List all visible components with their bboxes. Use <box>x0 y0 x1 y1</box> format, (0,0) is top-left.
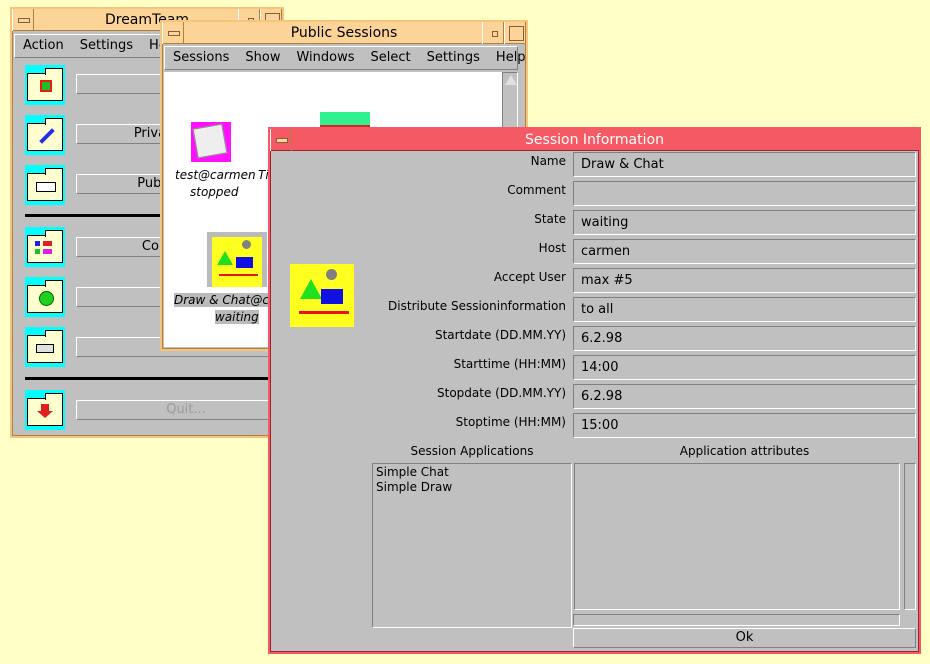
window-title: Public Sessions <box>290 25 398 41</box>
field-input[interactable] <box>573 181 916 206</box>
field-label: Distribute Sessioninformation <box>388 299 566 313</box>
menu-help[interactable]: Help <box>488 47 534 69</box>
field-input[interactable]: 6.2.98 <box>573 326 916 351</box>
field-label: Host <box>538 241 566 255</box>
menu-settings[interactable]: Settings <box>72 35 141 57</box>
separator <box>25 377 285 380</box>
quit-button[interactable]: Quit... <box>76 400 296 420</box>
field-input[interactable]: to all <box>573 297 916 322</box>
attributes-vertical-scrollbar[interactable] <box>904 463 916 610</box>
field-input[interactable]: Draw & Chat <box>573 152 916 177</box>
menu-show[interactable]: Show <box>237 47 288 69</box>
window-title: Session Information <box>525 132 664 148</box>
field-input[interactable]: 15:00 <box>573 413 916 438</box>
host-folder-icon[interactable] <box>25 327 65 367</box>
window-menu-button[interactable] <box>12 9 34 31</box>
quit-arrow-folder-icon[interactable] <box>25 390 65 430</box>
config-folder-icon[interactable] <box>25 227 65 267</box>
private-pencil-folder-icon[interactable] <box>25 115 65 155</box>
maximize-button[interactable] <box>504 22 526 44</box>
list-item[interactable]: Simple Draw <box>376 480 568 495</box>
field-label: Stoptime (HH:MM) <box>455 415 566 429</box>
ok-button[interactable]: Ok <box>573 628 916 648</box>
public-sessions-titlebar[interactable]: Public Sessions <box>162 22 526 44</box>
field-label: Stopdate (DD.MM.YY) <box>437 386 566 400</box>
notepad-icon <box>191 122 231 162</box>
session-applications-list[interactable]: Simple Chat Simple Draw <box>372 463 572 628</box>
field-input[interactable]: 14:00 <box>573 355 916 380</box>
menu-settings[interactable]: Settings <box>419 47 488 69</box>
session-applications-label: Session Applications <box>410 444 534 458</box>
window-menu-button[interactable] <box>162 22 184 44</box>
menu-windows[interactable]: Windows <box>288 47 362 69</box>
list-item[interactable]: Simple Chat <box>376 465 568 480</box>
users-folder-icon[interactable] <box>25 65 65 105</box>
field-label: Starttime (HH:MM) <box>453 357 566 371</box>
menu-select[interactable]: Select <box>362 47 418 69</box>
field-label: Comment <box>507 183 566 197</box>
field-input[interactable]: waiting <box>573 210 916 235</box>
session-item[interactable]: test@carmen stopped <box>164 72 264 202</box>
menu-bar: Sessions Show Windows Select Settings He… <box>164 46 526 70</box>
application-attributes-label: Application attributes <box>679 444 810 458</box>
field-input[interactable]: 6.2.98 <box>573 384 916 409</box>
menu-action[interactable]: Action <box>15 35 72 57</box>
draw-chat-icon <box>212 237 262 287</box>
scroll-up-arrow-icon[interactable] <box>505 75 517 85</box>
draw-chat-session-icon <box>290 264 354 327</box>
field-label: Accept User <box>493 270 566 284</box>
menu-sessions[interactable]: Sessions <box>165 47 237 69</box>
attributes-horizontal-scrollbar[interactable] <box>573 614 900 626</box>
session-item-selected[interactable]: Draw & Chat@carmen waiting <box>174 232 308 327</box>
field-input[interactable]: max #5 <box>573 268 916 293</box>
field-input[interactable]: carmen <box>573 239 916 264</box>
smiley-folder-icon[interactable] <box>25 277 65 317</box>
session-info-titlebar[interactable]: Session Information <box>270 129 919 151</box>
field-label: Startdate (DD.MM.YY) <box>434 328 566 342</box>
video-session-icon[interactable] <box>320 112 370 128</box>
field-label: State <box>534 212 566 226</box>
window-menu-button[interactable] <box>270 129 292 151</box>
application-attributes-box[interactable] <box>574 463 900 610</box>
field-label: Name <box>530 154 566 168</box>
public-desk-folder-icon[interactable] <box>25 165 65 205</box>
minimize-button[interactable] <box>482 22 504 44</box>
